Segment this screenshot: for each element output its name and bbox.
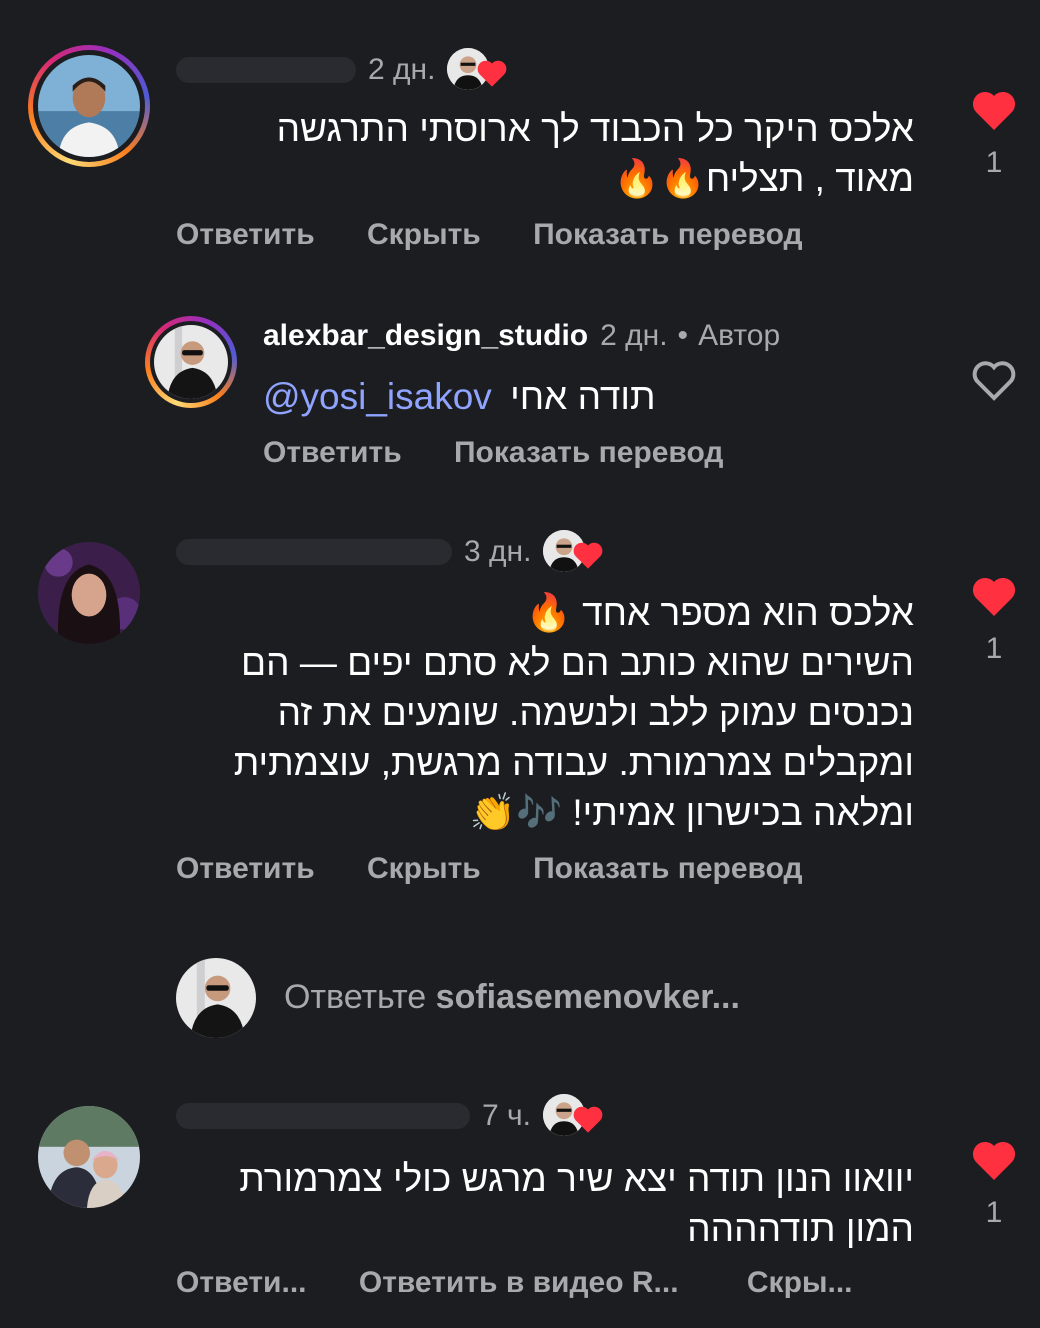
username[interactable]: alexbar_design_studio [263,319,588,353]
hide-button[interactable]: Скры... [747,1266,853,1300]
like-count[interactable]: 1 [966,1196,1022,1230]
heart-badge-icon [573,1106,603,1133]
comment-time: 2 дн. [368,53,436,86]
username-redacted[interactable] [176,57,356,83]
hide-button[interactable]: Скрыть [367,218,481,252]
my-avatar [176,958,256,1038]
separator-dot: • [677,319,689,352]
like-count[interactable]: 1 [966,146,1022,180]
heart-badge-icon [574,542,603,569]
reply-input-prefix: Ответьте [284,978,427,1016]
comment-text: אלכס היקר כל הכבוד לך ארוסתי התרגשה מאוד… [276,108,914,199]
comment-time: 2 дн. [600,319,668,352]
comment-text: אלכס הוא מספר אחד 🔥 השירים שהוא כותב הם … [233,592,914,833]
reply-button[interactable]: Ответить [176,218,315,252]
author-liked-badge [447,48,509,92]
reply-button[interactable]: Ответить [176,852,315,886]
reply-button[interactable]: Ответить [263,436,402,470]
show-translation-button[interactable]: Показать перевод [454,436,723,470]
show-translation-button[interactable]: Показать перевод [533,218,802,252]
avatar-alexbar[interactable] [145,316,237,408]
heart-outline-icon[interactable] [969,358,1019,402]
reply-input[interactable]: Ответьте sofiasemenovker... [284,978,740,1017]
heart-filled-icon[interactable] [969,574,1019,618]
author-liked-badge [542,1094,605,1138]
like-count[interactable]: 1 [966,632,1022,666]
avatar-yosi[interactable] [28,45,150,167]
comment-time: 3 дн. [464,535,532,568]
heart-filled-icon[interactable] [969,1138,1019,1182]
hide-button[interactable]: Скрыть [367,852,481,886]
comment-text: @yosi_isakov תודה אחי [263,376,656,417]
show-translation-button[interactable]: Показать перевод [533,852,802,886]
avatar-sofia[interactable] [38,542,140,644]
author-label: Автор [698,319,781,352]
username-redacted[interactable] [176,1103,470,1129]
comment-text: יוואוו הנון תודה יצא שיר מרגש כולי צמרמו… [239,1158,914,1249]
author-liked-badge [543,530,605,574]
avatar-michael[interactable] [38,1106,140,1208]
comment-time: 7 ч. [482,1099,531,1132]
username-redacted[interactable] [176,539,452,565]
reply-with-reel-button[interactable]: Ответить в видео R... [359,1266,679,1300]
reply-button[interactable]: Ответи... [176,1266,307,1300]
mention-link[interactable]: @yosi_isakov [263,376,492,417]
heart-badge-icon [478,60,507,87]
reply-input-target: sofiasemenovker... [435,978,740,1016]
heart-filled-icon[interactable] [969,88,1019,132]
